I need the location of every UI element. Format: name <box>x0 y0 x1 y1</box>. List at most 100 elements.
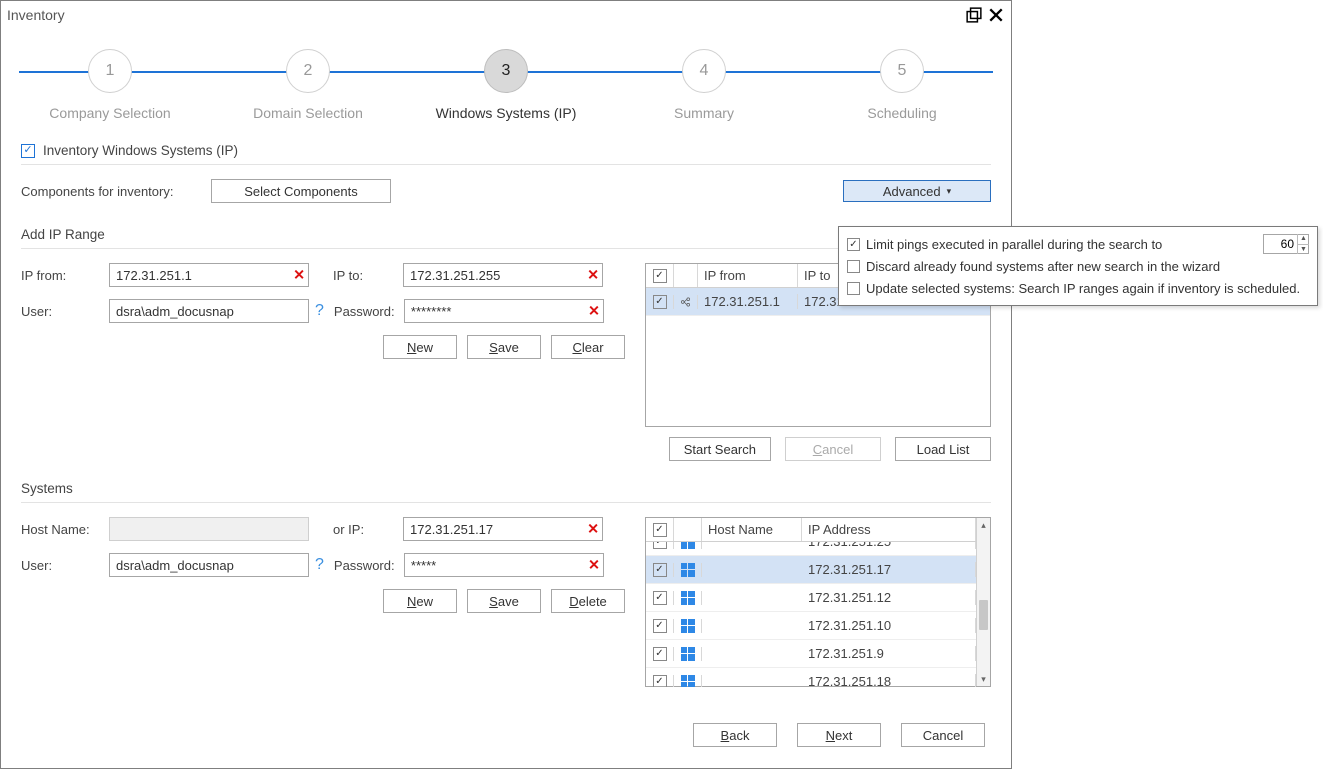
clear-ip-from-icon[interactable]: ✕ <box>293 267 305 284</box>
systems-save-button[interactable]: Save <box>467 589 541 613</box>
user-input[interactable] <box>109 299 309 323</box>
windows-icon <box>681 619 695 633</box>
systems-password-label: Password: <box>334 558 404 573</box>
ip-from-input[interactable] <box>109 263 309 287</box>
ranges-col-ipfrom: IP from <box>698 264 798 287</box>
systems-scrollbar[interactable]: ▴ ▾ <box>976 518 990 686</box>
components-label: Components for inventory: <box>21 184 211 199</box>
cancel-button[interactable]: Cancel <box>901 723 985 747</box>
windows-icon <box>681 591 695 605</box>
step-domain[interactable]: 2 Domain Selection <box>209 49 407 121</box>
save-button[interactable]: Save <box>467 335 541 359</box>
step-windows-ip[interactable]: 3 Windows Systems (IP) <box>407 49 605 121</box>
systems-row-checkbox[interactable] <box>653 591 667 605</box>
or-ip-input[interactable] <box>403 517 603 541</box>
inventory-enable-label: Inventory Windows Systems (IP) <box>43 143 238 158</box>
scroll-up-icon[interactable]: ▴ <box>977 518 990 532</box>
spinner[interactable]: ▲ ▼ <box>1297 234 1309 254</box>
maximize-button[interactable] <box>965 6 983 24</box>
systems-col-hostname: Host Name <box>702 518 802 541</box>
update-selected-checkbox[interactable] <box>847 282 860 295</box>
systems-select-all-checkbox[interactable] <box>653 523 667 537</box>
windows-icon <box>681 675 695 688</box>
hostname-input <box>109 517 309 541</box>
systems-row-checkbox[interactable] <box>653 542 667 549</box>
step-company[interactable]: 1 Company Selection <box>11 49 209 121</box>
windows-icon <box>681 563 695 577</box>
systems-row-checkbox[interactable] <box>653 675 667 688</box>
next-button[interactable]: Next <box>797 723 881 747</box>
systems-user-input[interactable] <box>109 553 309 577</box>
systems-header: Systems <box>21 481 73 496</box>
advanced-popup: Limit pings executed in parallel during … <box>838 226 1318 306</box>
spin-up-icon[interactable]: ▲ <box>1298 234 1309 245</box>
range-row-checkbox[interactable] <box>653 295 667 309</box>
hostname-label: Host Name: <box>21 522 109 537</box>
systems-new-button[interactable]: New <box>383 589 457 613</box>
new-button[interactable]: New <box>383 335 457 359</box>
step-summary[interactable]: 4 Summary <box>605 49 803 121</box>
systems-row-ip: 172.31.251.18 <box>802 674 976 687</box>
clear-systems-password-icon[interactable]: ✕ <box>588 557 600 574</box>
discard-found-checkbox[interactable] <box>847 260 860 273</box>
help-icon[interactable]: ? <box>315 302 324 320</box>
cancel-search-button: Cancel <box>785 437 881 461</box>
limit-pings-checkbox[interactable] <box>847 238 860 251</box>
spin-down-icon[interactable]: ▼ <box>1298 245 1309 255</box>
close-button[interactable] <box>987 6 1005 24</box>
windows-icon <box>681 647 695 661</box>
systems-user-label: User: <box>21 558 109 573</box>
ip-from-label: IP from: <box>21 268 109 283</box>
limit-pings-label: Limit pings executed in parallel during … <box>866 237 1162 252</box>
systems-help-icon[interactable]: ? <box>315 556 324 574</box>
systems-row[interactable]: 172.31.251.9 <box>646 640 990 668</box>
advanced-button[interactable]: Advanced ▾ <box>843 180 991 202</box>
step-scheduling[interactable]: 5 Scheduling <box>803 49 1001 121</box>
discard-found-label: Discard already found systems after new … <box>866 259 1220 274</box>
systems-row-checkbox[interactable] <box>653 563 667 577</box>
clear-ip-to-icon[interactable]: ✕ <box>587 267 599 284</box>
systems-row-ip: 172.31.251.12 <box>802 590 976 605</box>
clear-button[interactable]: Clear <box>551 335 625 359</box>
systems-grid[interactable]: Host Name IP Address 172.31.251.25172.31… <box>645 517 991 687</box>
systems-row-ip: 172.31.251.17 <box>802 562 976 577</box>
clear-or-ip-icon[interactable]: ✕ <box>587 521 599 538</box>
update-selected-label: Update selected systems: Search IP range… <box>866 281 1300 296</box>
systems-row-ip: 172.31.251.25 <box>802 542 976 549</box>
systems-row-ip: 172.31.251.10 <box>802 618 976 633</box>
systems-row[interactable]: 172.31.251.10 <box>646 612 990 640</box>
scroll-thumb[interactable] <box>979 600 988 630</box>
ranges-select-all-checkbox[interactable] <box>653 269 667 283</box>
maximize-icon <box>966 7 982 23</box>
systems-row[interactable]: 172.31.251.25 <box>646 542 990 556</box>
systems-row-ip: 172.31.251.9 <box>802 646 976 661</box>
inventory-dialog: Inventory 1 Company Selection 2 Domain S… <box>0 0 1012 769</box>
load-list-button[interactable]: Load List <box>895 437 991 461</box>
password-label: Password: <box>334 304 404 319</box>
systems-row[interactable]: 172.31.251.18 <box>646 668 990 687</box>
ip-to-input[interactable] <box>403 263 603 287</box>
inventory-enable-checkbox[interactable] <box>21 144 35 158</box>
or-ip-label: or IP: <box>333 522 403 537</box>
wizard-steps: 1 Company Selection 2 Domain Selection 3… <box>11 49 1001 121</box>
systems-row-checkbox[interactable] <box>653 619 667 633</box>
select-components-button[interactable]: Select Components <box>211 179 391 203</box>
scroll-down-icon[interactable]: ▾ <box>977 672 990 686</box>
ip-to-label: IP to: <box>333 268 403 283</box>
systems-row-checkbox[interactable] <box>653 647 667 661</box>
systems-delete-button[interactable]: Delete <box>551 589 625 613</box>
start-search-button[interactable]: Start Search <box>669 437 771 461</box>
inventory-enable-row: Inventory Windows Systems (IP) <box>21 143 991 158</box>
close-icon <box>988 7 1004 23</box>
systems-row[interactable]: 172.31.251.17 <box>646 556 990 584</box>
clear-password-icon[interactable]: ✕ <box>588 303 600 320</box>
window-title: Inventory <box>7 7 65 23</box>
systems-password-input[interactable] <box>404 553 604 577</box>
titlebar: Inventory <box>1 1 1011 29</box>
add-ip-range-header: Add IP Range <box>21 227 105 242</box>
back-button[interactable]: Back <box>693 723 777 747</box>
password-input[interactable] <box>404 299 604 323</box>
windows-icon <box>681 542 695 549</box>
nodes-icon <box>680 295 691 309</box>
systems-row[interactable]: 172.31.251.12 <box>646 584 990 612</box>
